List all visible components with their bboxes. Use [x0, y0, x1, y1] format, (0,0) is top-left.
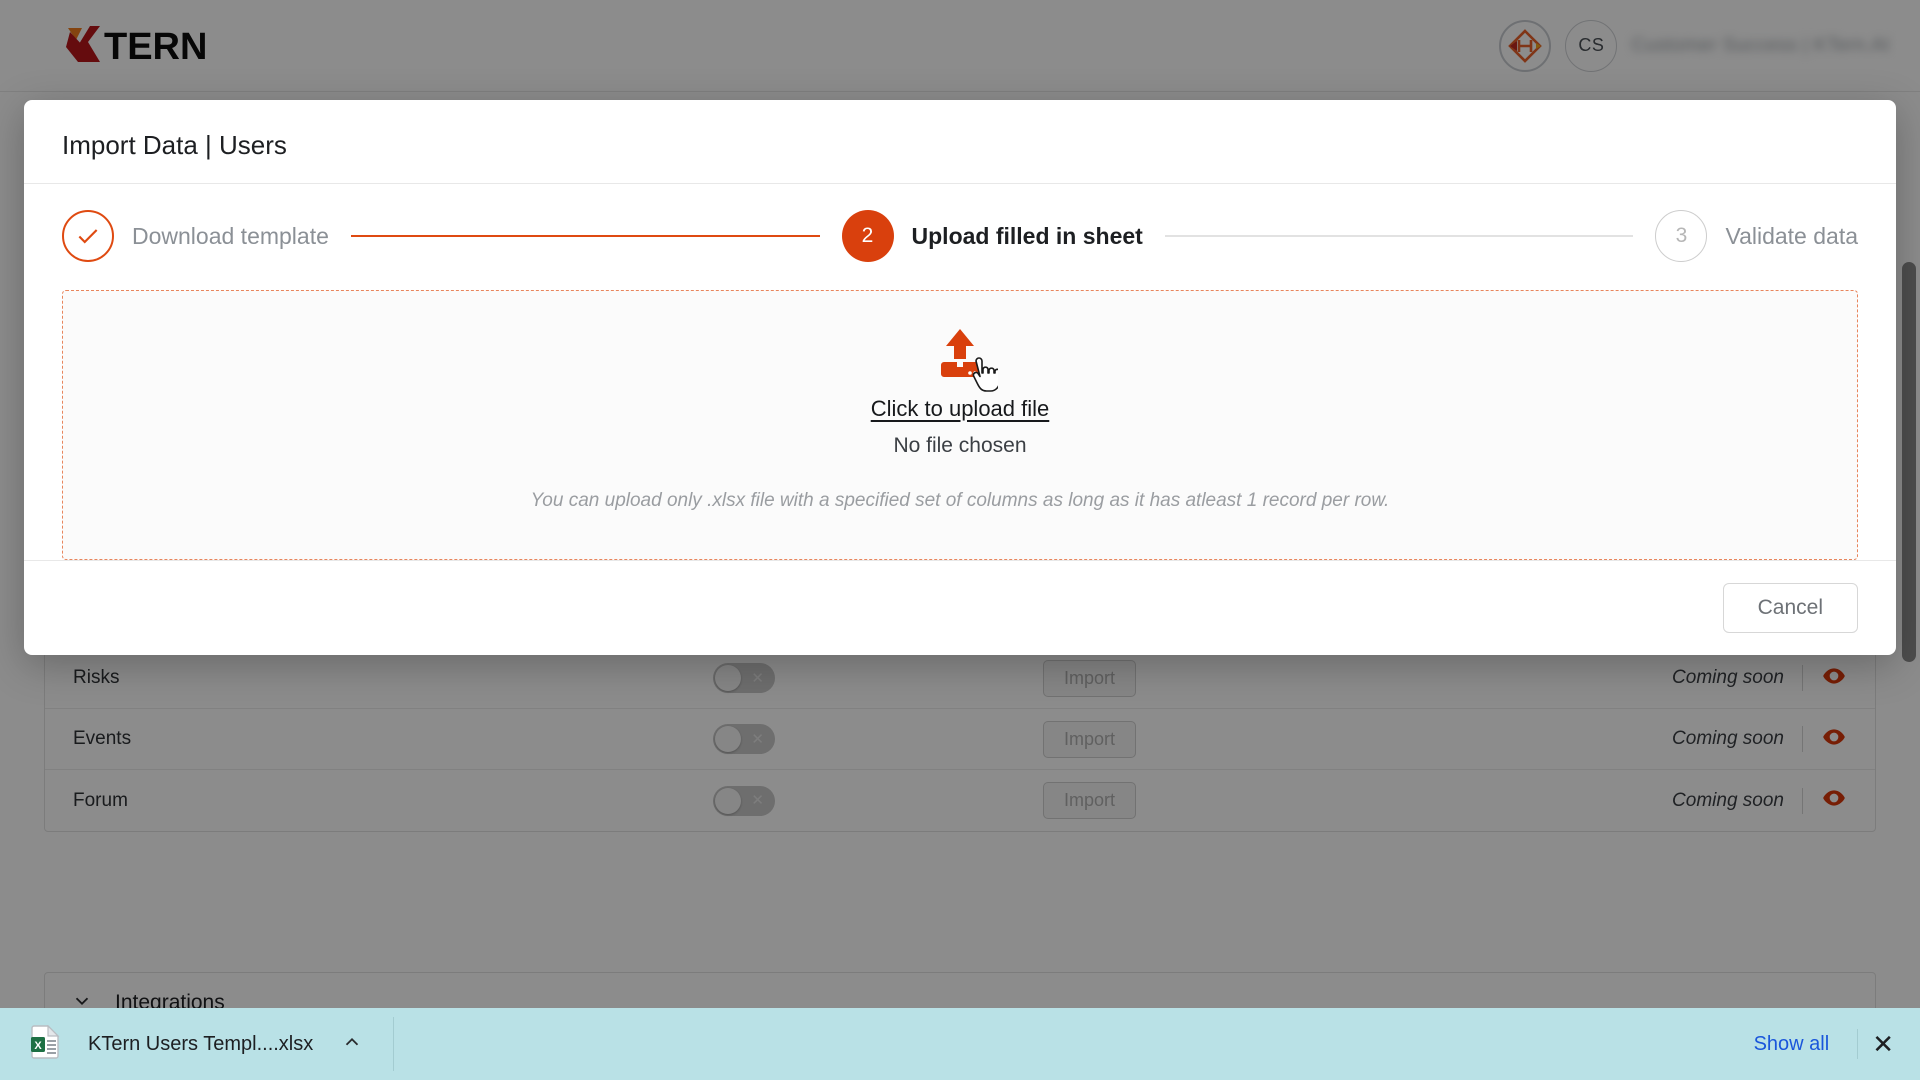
step-connector-1	[350, 235, 820, 237]
mouse-cursor	[968, 357, 1001, 398]
file-status-text: No file chosen	[893, 434, 1027, 457]
svg-text:X: X	[34, 1040, 42, 1052]
page-scrollbar[interactable]	[1898, 92, 1920, 1080]
download-file-name: KTern Users Templ....xlsx	[88, 1032, 314, 1055]
close-icon[interactable]: ✕	[1872, 1031, 1894, 1057]
show-all-button[interactable]: Show all	[1740, 1025, 1844, 1064]
scrollbar-thumb[interactable]	[1902, 262, 1916, 662]
step-2-label: Upload filled in sheet	[911, 222, 1143, 249]
step-1-indicator	[62, 210, 114, 262]
step-1-label: Download template	[132, 222, 329, 249]
check-icon	[78, 229, 98, 244]
download-divider	[393, 1017, 395, 1071]
excel-file-icon: X	[30, 1024, 60, 1064]
upload-file-link[interactable]: Click to upload file	[871, 396, 1050, 422]
step-3-number: 3	[1675, 224, 1688, 247]
page-title: Import Data | Users	[62, 130, 287, 160]
download-divider-2	[1857, 1029, 1859, 1059]
import-data-modal: Import Data | Users Download template 2 …	[24, 100, 1896, 655]
step-2-number: 2	[861, 224, 874, 247]
step-connector-2	[1164, 235, 1634, 237]
step-3-label: Validate data	[1725, 222, 1859, 249]
import-stepper: Download template 2 Upload filled in she…	[24, 184, 1896, 272]
chevron-up-icon[interactable]	[341, 1031, 363, 1058]
download-item[interactable]: X KTern Users Templ....xlsx	[30, 1024, 363, 1064]
step-2-indicator: 2	[841, 210, 894, 262]
modal-header: Import Data | Users	[24, 100, 1896, 184]
download-bar: X KTern Users Templ....xlsx Show all ✕	[0, 1008, 1920, 1080]
cancel-button[interactable]: Cancel	[1722, 583, 1858, 633]
modal-footer: Cancel	[24, 560, 1896, 655]
upload-hint-text: You can upload only .xlsx file with a sp…	[530, 490, 1390, 511]
file-dropzone[interactable]: Click to upload file No file chosen You …	[62, 290, 1858, 560]
step-validate-data[interactable]: 3 Validate data	[1655, 210, 1858, 262]
step-3-indicator: 3	[1655, 210, 1708, 262]
step-upload-sheet[interactable]: 2 Upload filled in sheet	[841, 210, 1143, 262]
step-download-template[interactable]: Download template	[62, 210, 329, 262]
